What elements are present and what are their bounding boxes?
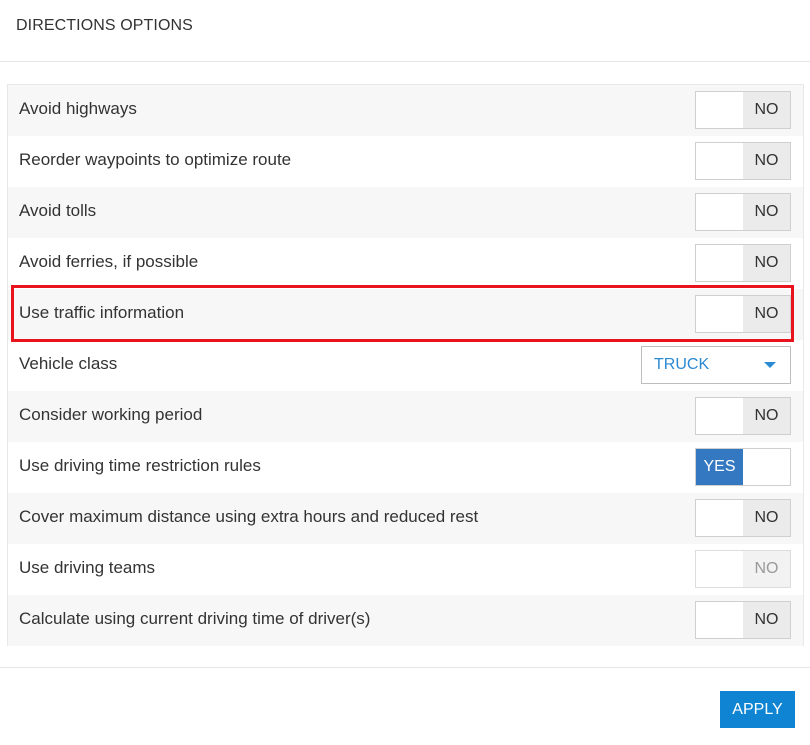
option-label: Avoid ferries, if possible	[19, 252, 199, 271]
option-label: Calculate using current driving time of …	[19, 609, 371, 628]
use-traffic-information-toggle[interactable]: NO	[695, 295, 791, 333]
avoid-highways-toggle[interactable]: NO	[695, 91, 791, 129]
option-row-consider-working-period: Consider working period NO	[8, 391, 803, 442]
chevron-down-icon	[764, 362, 776, 368]
avoid-ferries-toggle[interactable]: NO	[695, 244, 791, 282]
toggle-state: NO	[743, 194, 790, 230]
toggle-state: NO	[743, 500, 790, 536]
toggle-state: NO	[743, 143, 790, 179]
option-row-use-traffic-information: Use traffic information NO	[8, 289, 803, 340]
option-label: Cover maximum distance using extra hours…	[19, 507, 479, 526]
option-row-current-driving-time: Calculate using current driving time of …	[8, 595, 803, 646]
option-row-driving-time-restriction: Use driving time restriction rules YES	[8, 442, 803, 493]
avoid-tolls-toggle[interactable]: NO	[695, 193, 791, 231]
dialog-header: DIRECTIONS OPTIONS	[0, 0, 810, 62]
dialog-title: DIRECTIONS OPTIONS	[16, 17, 193, 34]
driving-time-restriction-toggle[interactable]: YES	[695, 448, 791, 486]
toggle-state: NO	[743, 245, 790, 281]
toggle-state: YES	[696, 449, 743, 485]
option-label: Use driving teams	[19, 558, 156, 577]
apply-button[interactable]: APPLY	[720, 691, 795, 728]
option-row-avoid-tolls: Avoid tolls NO	[8, 187, 803, 238]
option-row-use-driving-teams: Use driving teams NO	[8, 544, 803, 595]
option-row-avoid-ferries: Avoid ferries, if possible NO	[8, 238, 803, 289]
option-row-cover-maximum-distance: Cover maximum distance using extra hours…	[8, 493, 803, 544]
option-row-avoid-highways: Avoid highways NO	[8, 85, 803, 136]
option-label: Consider working period	[19, 405, 203, 424]
reorder-waypoints-toggle[interactable]: NO	[695, 142, 791, 180]
vehicle-class-value: TRUCK	[654, 356, 710, 373]
option-row-reorder-waypoints: Reorder waypoints to optimize route NO	[8, 136, 803, 187]
cover-maximum-distance-toggle[interactable]: NO	[695, 499, 791, 537]
toggle-state: NO	[743, 296, 790, 332]
option-row-vehicle-class: Vehicle class TRUCK	[8, 340, 803, 391]
toggle-state: NO	[743, 602, 790, 638]
current-driving-time-toggle[interactable]: NO	[695, 601, 791, 639]
option-label: Avoid tolls	[19, 201, 97, 220]
toggle-state: NO	[743, 92, 790, 128]
use-driving-teams-toggle: NO	[695, 550, 791, 588]
option-label: Reorder waypoints to optimize route	[19, 150, 292, 169]
vehicle-class-select[interactable]: TRUCK	[641, 346, 791, 384]
option-label: Use traffic information	[19, 303, 185, 322]
options-list: Avoid highways NO Reorder waypoints to o…	[7, 84, 804, 646]
toggle-state: NO	[743, 398, 790, 434]
consider-working-period-toggle[interactable]: NO	[695, 397, 791, 435]
option-label: Use driving time restriction rules	[19, 456, 261, 475]
toggle-state: NO	[743, 551, 790, 587]
option-label: Avoid highways	[19, 99, 137, 118]
footer-divider	[0, 667, 810, 668]
option-label: Vehicle class	[19, 354, 118, 373]
